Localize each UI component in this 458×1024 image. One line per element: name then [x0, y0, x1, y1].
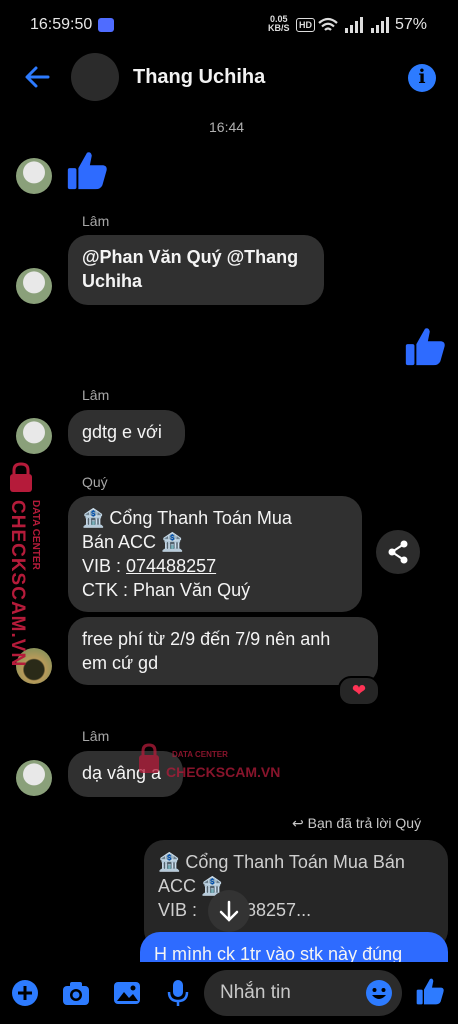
watermark-big: CHECKSCAM.VN — [166, 764, 281, 780]
message-text: 88257... — [246, 900, 312, 920]
microphone-icon[interactable] — [163, 978, 193, 1008]
avatar[interactable] — [16, 268, 52, 304]
message-timestamp: 16:44 — [209, 119, 245, 135]
network-speed-unit: KB/S — [268, 23, 290, 33]
message-text: 🏦 Cổng Thanh Toán Mua Bán — [158, 852, 405, 872]
message-text: 🏦 Cổng Thanh Toán Mua — [82, 508, 292, 528]
contact-name[interactable]: Thang Uchiha — [133, 66, 265, 89]
avatar[interactable] — [16, 760, 52, 796]
back-arrow-icon[interactable] — [22, 62, 52, 92]
signal-icon-2 — [371, 17, 389, 33]
sender-name: Lâm — [82, 387, 110, 403]
sender-name: Lâm — [82, 213, 110, 229]
watermark-small: DATA CENTER — [30, 500, 41, 570]
like-thumb-icon[interactable] — [414, 974, 446, 1008]
message-text: Uchiha — [82, 271, 143, 291]
message-text: @Phan Văn Quý @Thang — [82, 247, 299, 267]
message-bubble[interactable]: free phí từ 2/9 đến 7/9 nên anh em cứ gd — [68, 617, 378, 685]
watermark-big: CHECKSCAM.VN — [7, 500, 28, 668]
message-bubble[interactable]: gdtg e với — [68, 410, 185, 456]
network-speed: 0.05 KB/S — [268, 15, 290, 33]
watermark-small: DATA CENTER — [172, 750, 228, 759]
message-text: Bán ACC 🏦 — [82, 532, 184, 552]
avatar[interactable] — [16, 158, 52, 194]
watermark-center: DATA CENTER CHECKSCAM.VN — [136, 742, 296, 782]
info-icon[interactable]: i — [408, 64, 436, 92]
reply-arrow-icon: ↩ — [292, 815, 308, 831]
hd-voice-icon: HD — [296, 18, 315, 32]
camera-icon[interactable] — [61, 978, 91, 1008]
message-text: H mình ck 1tr vào stk này đúng — [154, 944, 403, 964]
wifi-icon — [318, 17, 338, 31]
sender-name: Quý — [82, 474, 108, 490]
message-text: VIB : — [158, 900, 203, 920]
scroll-down-button[interactable] — [208, 890, 250, 932]
message-text: free phí từ 2/9 đến 7/9 nên anh — [82, 629, 331, 649]
plus-icon[interactable] — [10, 978, 40, 1008]
avatar[interactable] — [16, 418, 52, 454]
reply-indicator: ↩ Bạn đã trả lời Quý — [292, 815, 421, 832]
reply-label: Bạn đã trả lời Quý — [307, 815, 422, 831]
image-icon[interactable] — [112, 978, 142, 1008]
signal-icon-1 — [345, 17, 363, 33]
like-thumb-icon — [67, 152, 107, 190]
message-text: gdtg e với — [82, 422, 162, 442]
like-thumb-icon — [405, 328, 445, 366]
message-bubble[interactable]: @Phan Văn Quý @Thang Uchiha — [68, 235, 324, 305]
status-bar: 16:59:50 0.05 KB/S HD 57% — [0, 0, 458, 52]
battery-level: 57% — [395, 16, 428, 33]
heart-reaction-badge[interactable]: ❤ — [338, 676, 380, 706]
contact-avatar[interactable] — [71, 53, 119, 101]
message-bubble[interactable]: 🏦 Cổng Thanh Toán Mua Bán ACC 🏦 VIB : 07… — [68, 496, 362, 612]
sender-name: Lâm — [82, 728, 110, 744]
message-text: em cứ gd — [82, 653, 159, 673]
watermark-side: DATA CENTER CHECKSCAM.VN — [4, 460, 41, 667]
lock-icon — [139, 743, 159, 773]
heart-icon: ❤ — [351, 681, 367, 700]
status-time: 16:59:50 — [30, 16, 93, 33]
message-text: CTK : Phan Văn Quý — [82, 580, 251, 600]
message-input-placeholder: Nhắn tin — [220, 982, 291, 1003]
emoji-icon[interactable] — [364, 978, 394, 1008]
arrow-down-icon — [219, 900, 239, 922]
share-button[interactable] — [376, 530, 420, 574]
lock-icon — [10, 462, 32, 492]
app-notification-icon — [98, 18, 114, 32]
account-number-link[interactable]: 074488257 — [126, 556, 216, 576]
message-text: VIB : — [82, 556, 127, 576]
share-icon — [388, 540, 408, 564]
